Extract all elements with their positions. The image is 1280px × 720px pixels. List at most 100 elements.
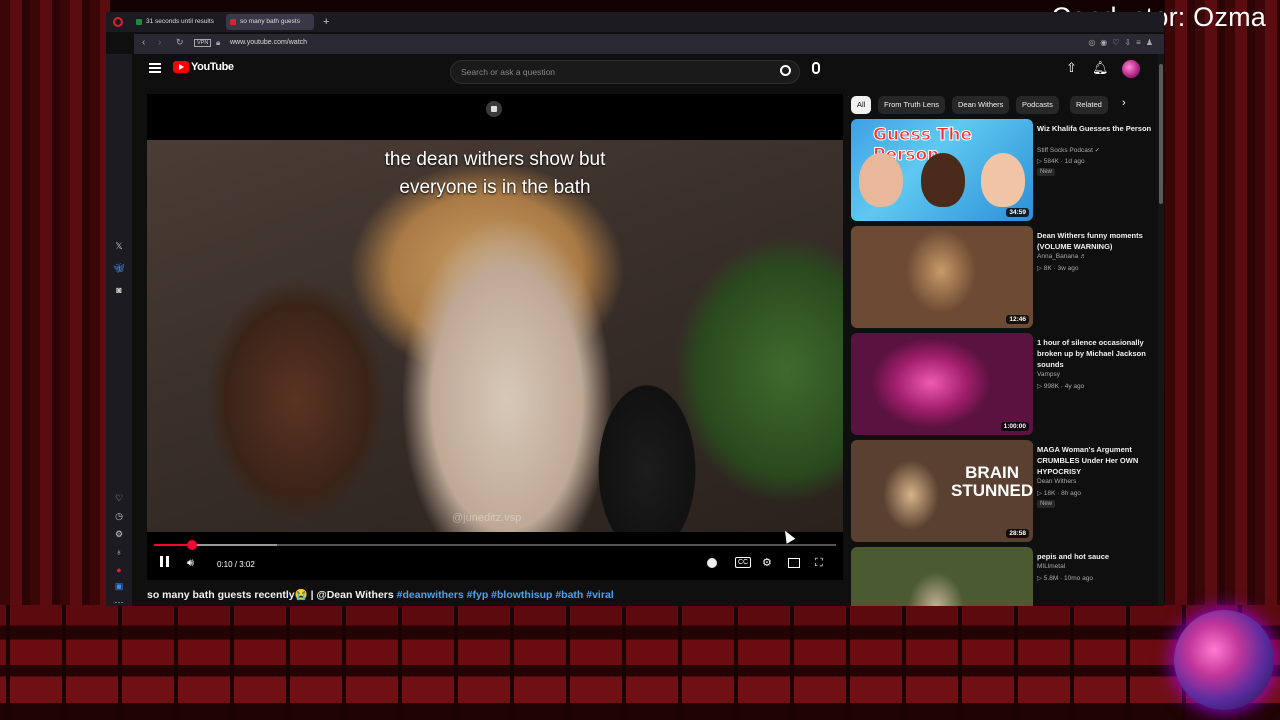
recommendation-channel[interactable]: Vampsy — [1037, 371, 1060, 378]
account-avatar[interactable] — [1122, 60, 1140, 78]
search-placeholder: Search or ask a question — [461, 67, 556, 77]
recommendation-meta: ▷ 18K · 8h ago — [1037, 490, 1082, 497]
forward-arrow-icon[interactable]: › — [158, 37, 161, 48]
recommendation-channel[interactable]: Stiff Socks Podcast ✓ — [1037, 146, 1100, 154]
recommendation-item[interactable]: 12:46 Dean Withers funny moments (VOLUME… — [851, 226, 1156, 330]
hamburger-menu-icon[interactable] — [149, 63, 161, 73]
x-twitter-icon[interactable]: 𝕏 — [113, 240, 125, 252]
upload-icon[interactable]: ⇧ — [1066, 61, 1077, 74]
theater-seats — [0, 605, 1280, 720]
recommendation-title[interactable]: pepis and hot sauce — [1037, 551, 1152, 562]
settings-icon[interactable]: ⚙ — [762, 556, 772, 570]
notifications-bell-icon[interactable]: 🔔︎ — [1092, 61, 1109, 74]
recommendation-channel[interactable]: MILlmetal — [1037, 563, 1065, 570]
time-display: 0:10 / 3:02 — [217, 560, 255, 569]
chip-all[interactable]: All — [851, 96, 872, 114]
recommendation-item[interactable]: BRAIN STUNNED 28:58 MAGA Woman's Argumen… — [851, 440, 1156, 544]
recommendation-title[interactable]: Dean Withers funny moments (VOLUME WARNI… — [1037, 230, 1152, 252]
duration-badge: 34:59 — [1006, 208, 1029, 217]
chip-from-truth-lens[interactable]: From Truth Lens — [878, 96, 946, 114]
extension-icons[interactable]: ◎◉♡⇩≡♟ — [1088, 38, 1158, 47]
video-watermark: @juneditz.vsp — [452, 512, 522, 524]
thumbnail-face — [859, 153, 903, 207]
microphone-icon[interactable] — [812, 62, 820, 74]
youtube-page: YouTube Search or ask a question ⇧ 🔔︎ th… — [132, 54, 1164, 606]
video-player[interactable]: the dean withers show but everyone is in… — [147, 94, 843, 580]
new-badge: New — [1037, 500, 1056, 508]
page-scrollbar[interactable] — [1158, 54, 1164, 606]
video-thumbnail[interactable] — [851, 547, 1033, 606]
captions-cc-icon[interactable]: CC — [735, 557, 752, 568]
recommendation-item[interactable]: pepis and hot sauce MILlmetal ▷ 5.8M · 1… — [851, 547, 1156, 606]
duration-badge: 12:46 — [1006, 315, 1029, 324]
opera-small-icon[interactable]: ● — [113, 564, 125, 576]
settings-gear-icon[interactable]: ⚙ — [113, 528, 125, 540]
theater-mode-icon[interactable] — [788, 558, 800, 568]
chip-podcasts[interactable]: Podcasts — [1016, 96, 1059, 114]
search-input[interactable]: Search or ask a question — [450, 60, 800, 84]
progress-scrubber[interactable] — [187, 540, 197, 550]
caption-line-1: the dean withers show but — [384, 149, 606, 170]
browser-tab-1[interactable]: 31 seconds until results — [132, 14, 220, 30]
history-clock-icon[interactable]: ◷ — [113, 510, 125, 522]
vpn-badge[interactable]: VPN — [194, 39, 212, 47]
recommendation-channel[interactable]: Anna_Banana ♬ — [1037, 253, 1087, 260]
thumbnail-face — [981, 153, 1025, 207]
search-icon[interactable] — [780, 65, 791, 76]
url-text[interactable]: www.youtube.com/watch — [230, 39, 307, 46]
browser-window: 31 seconds until results so many bath gu… — [106, 12, 1164, 606]
streamer-orb-avatar — [1174, 610, 1274, 710]
more-dots-icon[interactable]: ⋯ — [113, 596, 125, 606]
chip-related[interactable]: Related — [1070, 96, 1108, 114]
lightbulb-icon[interactable]: ♁ — [113, 546, 125, 558]
recommendation-title[interactable]: 1 hour of silence occasionally broken up… — [1037, 337, 1152, 370]
video-thumbnail[interactable]: Guess The Person 34:59 — [851, 119, 1033, 221]
video-hashtags[interactable]: #deanwithers #fyp #blowthisup #bath #vir… — [397, 589, 614, 601]
recommendation-title[interactable]: MAGA Woman's Argument CRUMBLES Under Her… — [1037, 444, 1152, 477]
video-caption: the dean withers show but everyone is in… — [297, 146, 693, 202]
recommendation-title[interactable]: Wiz Khalifa Guesses the Person — [1037, 123, 1152, 134]
recommendation-meta: ▷ 998K · 4y ago — [1037, 383, 1085, 390]
right-curtain — [1165, 0, 1280, 640]
address-bar: ‹ › ↻ VPN 🔒︎ www.youtube.com/watch ◎◉♡⇩≡… — [134, 34, 1164, 54]
fullscreen-icon[interactable]: ⛶ — [815, 556, 823, 570]
recommendation-item[interactable]: 1:00:00 1 hour of silence occasionally b… — [851, 333, 1156, 437]
recommendation-item[interactable]: Guess The Person 34:59 Wiz Khalifa Guess… — [851, 119, 1156, 223]
discord-icon[interactable]: ◙ — [113, 284, 125, 296]
browser-tab-2[interactable]: so many bath guests — [226, 14, 314, 30]
video-title-text: so many bath guests recently😭 | @Dean Wi… — [147, 589, 397, 601]
recommendation-meta: ▷ 8K · 3w ago — [1037, 265, 1079, 272]
volume-icon[interactable]: 🔊︎ — [187, 556, 194, 570]
reload-icon[interactable]: ↻ — [176, 37, 184, 48]
video-thumbnail[interactable]: 1:00:00 — [851, 333, 1033, 435]
youtube-logo-icon[interactable] — [173, 61, 189, 73]
recommendation-channel[interactable]: Dean Withers — [1037, 478, 1076, 485]
progress-bar[interactable] — [154, 540, 836, 550]
recommendation-meta: ▷ 584K · 1d ago — [1037, 158, 1085, 165]
chip-dean-withers[interactable]: Dean Withers — [952, 96, 1010, 114]
video-thumbnail[interactable]: BRAIN STUNNED 28:58 — [851, 440, 1033, 542]
bluesky-icon[interactable]: 🦋︎ — [113, 262, 125, 274]
tab-label: so many bath guests — [240, 18, 300, 25]
new-tab-plus-icon[interactable]: + — [323, 15, 329, 29]
youtube-favicon-icon — [230, 19, 236, 25]
chevron-right-icon[interactable]: › — [1122, 97, 1126, 109]
caption-line-2: everyone is in the bath — [399, 177, 591, 198]
duration-badge: 28:58 — [1006, 529, 1029, 538]
left-curtain — [0, 0, 110, 640]
extension-icon[interactable]: ▣ — [113, 580, 125, 592]
autoplay-toggle-icon[interactable] — [707, 558, 717, 568]
back-arrow-icon[interactable]: ‹ — [142, 37, 145, 48]
opera-sidebar: 𝕏 🦋︎ ◙ ♡ ◷ ⚙ ♁ ● ▣ ⋯ — [106, 54, 132, 606]
lock-icon[interactable]: 🔒︎ — [216, 38, 220, 48]
scrollbar-thumb[interactable] — [1159, 64, 1163, 204]
youtube-wordmark[interactable]: YouTube — [191, 61, 234, 73]
duration-badge: 1:00:00 — [1000, 422, 1029, 431]
opera-logo-icon[interactable] — [113, 17, 123, 27]
video-title: so many bath guests recently😭 | @Dean Wi… — [147, 588, 614, 601]
thumbnail-face — [921, 153, 965, 207]
pause-icon[interactable] — [160, 556, 169, 567]
video-thumbnail[interactable]: 12:46 — [851, 226, 1033, 328]
heart-icon[interactable]: ♡ — [113, 492, 125, 504]
tab-favicon-icon — [136, 19, 142, 25]
